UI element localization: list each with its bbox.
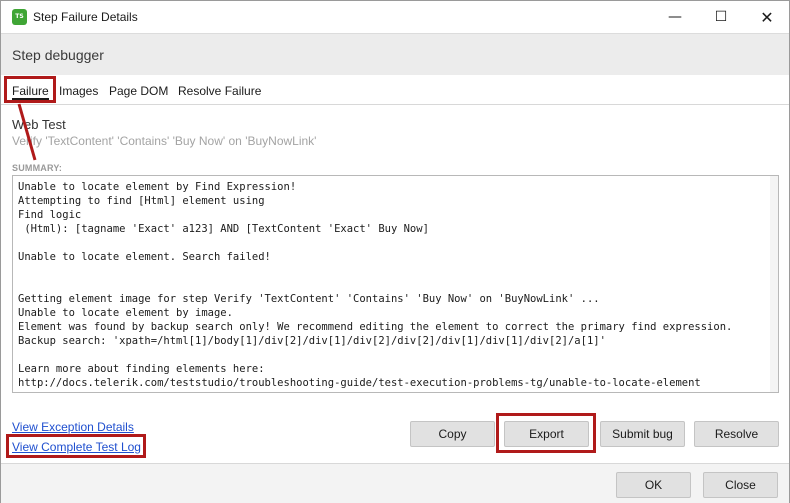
- test-name: Web Test: [12, 117, 66, 132]
- step-failure-dialog: TS Step Failure Details — ☐ ✕ Step debug…: [0, 0, 790, 503]
- dialog-header: Step debugger: [1, 33, 789, 75]
- test-studio-app-icon: TS: [12, 9, 27, 25]
- title-bar: TS Step Failure Details — ☐ ✕: [1, 1, 789, 33]
- ok-button[interactable]: OK: [616, 472, 691, 498]
- header-title: Step debugger: [12, 47, 104, 63]
- tab-images[interactable]: Images: [59, 84, 98, 98]
- resolve-button[interactable]: Resolve: [694, 421, 779, 447]
- view-exception-details-link[interactable]: View Exception Details: [12, 420, 134, 434]
- summary-textbox[interactable]: Unable to locate element by Find Express…: [12, 175, 779, 393]
- minimize-icon[interactable]: —: [652, 1, 698, 33]
- summary-label: SUMMARY:: [12, 163, 63, 173]
- window-title: Step Failure Details: [33, 10, 138, 24]
- copy-button[interactable]: Copy: [410, 421, 495, 447]
- tab-strip: Failure Images Page DOM Resolve Failure: [1, 75, 789, 105]
- close-button[interactable]: Close: [703, 472, 778, 498]
- submit-bug-button[interactable]: Submit bug: [600, 421, 685, 447]
- close-icon[interactable]: ✕: [744, 1, 790, 33]
- view-complete-test-log-link[interactable]: View Complete Test Log: [12, 440, 141, 454]
- summary-scrollbar[interactable]: [770, 176, 778, 392]
- step-description: Verify 'TextContent' 'Contains' 'Buy Now…: [12, 134, 317, 148]
- tab-resolve-failure[interactable]: Resolve Failure: [178, 84, 261, 98]
- export-button[interactable]: Export: [504, 421, 589, 447]
- tab-page-dom[interactable]: Page DOM: [109, 84, 168, 98]
- summary-text: Unable to locate element by Find Express…: [18, 181, 733, 389]
- dialog-footer: OK Close: [1, 463, 789, 503]
- failure-panel: Web Test Verify 'TextContent' 'Contains'…: [1, 105, 789, 463]
- maximize-icon[interactable]: ☐: [698, 1, 744, 33]
- tab-failure[interactable]: Failure: [12, 84, 49, 100]
